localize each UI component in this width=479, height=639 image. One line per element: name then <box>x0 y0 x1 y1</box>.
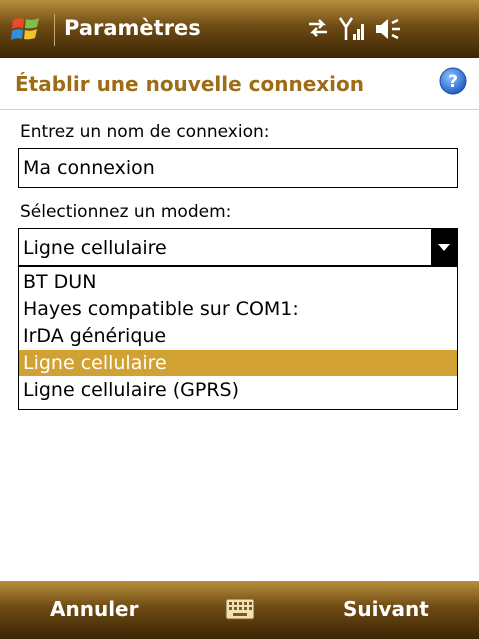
signal-icon[interactable] <box>338 16 366 42</box>
title-bar: Paramètres <box>0 0 479 58</box>
modem-option[interactable]: BT DUN <box>19 269 457 295</box>
page-header: Établir une nouvelle connexion <box>0 58 479 110</box>
softkey-bar: Annuler Suivant <box>0 581 479 639</box>
windows-start-icon[interactable] <box>10 13 42 45</box>
modem-option[interactable]: Hayes compatible sur COM1: <box>19 296 457 322</box>
help-icon[interactable]: ? <box>438 66 468 96</box>
page-title: Établir une nouvelle connexion <box>15 72 365 96</box>
modem-select[interactable]: Ligne cellulaire <box>18 228 458 266</box>
title-separator <box>54 14 55 46</box>
keyboard-icon[interactable] <box>225 598 255 620</box>
modem-select-value: Ligne cellulaire <box>23 237 167 259</box>
svg-text:?: ? <box>448 72 458 92</box>
cancel-button[interactable]: Annuler <box>50 597 138 621</box>
modem-dropdown-list: BT DUN Hayes compatible sur COM1: IrDA g… <box>18 266 458 410</box>
modem-option[interactable]: IrDA générique <box>19 323 457 349</box>
next-button[interactable]: Suivant <box>343 597 429 621</box>
app-title: Paramètres <box>64 16 201 40</box>
dropdown-arrow[interactable] <box>431 229 457 265</box>
modem-label: Sélectionnez un modem: <box>20 202 232 222</box>
modem-option-selected[interactable]: Ligne cellulaire <box>19 350 457 376</box>
connectivity-icon[interactable] <box>305 16 331 40</box>
volume-icon[interactable] <box>374 16 404 42</box>
modem-option[interactable]: Ligne cellulaire (GPRS) <box>19 377 457 403</box>
connection-name-input[interactable]: Ma connexion <box>18 148 458 188</box>
connection-name-label: Entrez un nom de connexion: <box>20 122 270 142</box>
chevron-down-icon <box>438 244 450 251</box>
